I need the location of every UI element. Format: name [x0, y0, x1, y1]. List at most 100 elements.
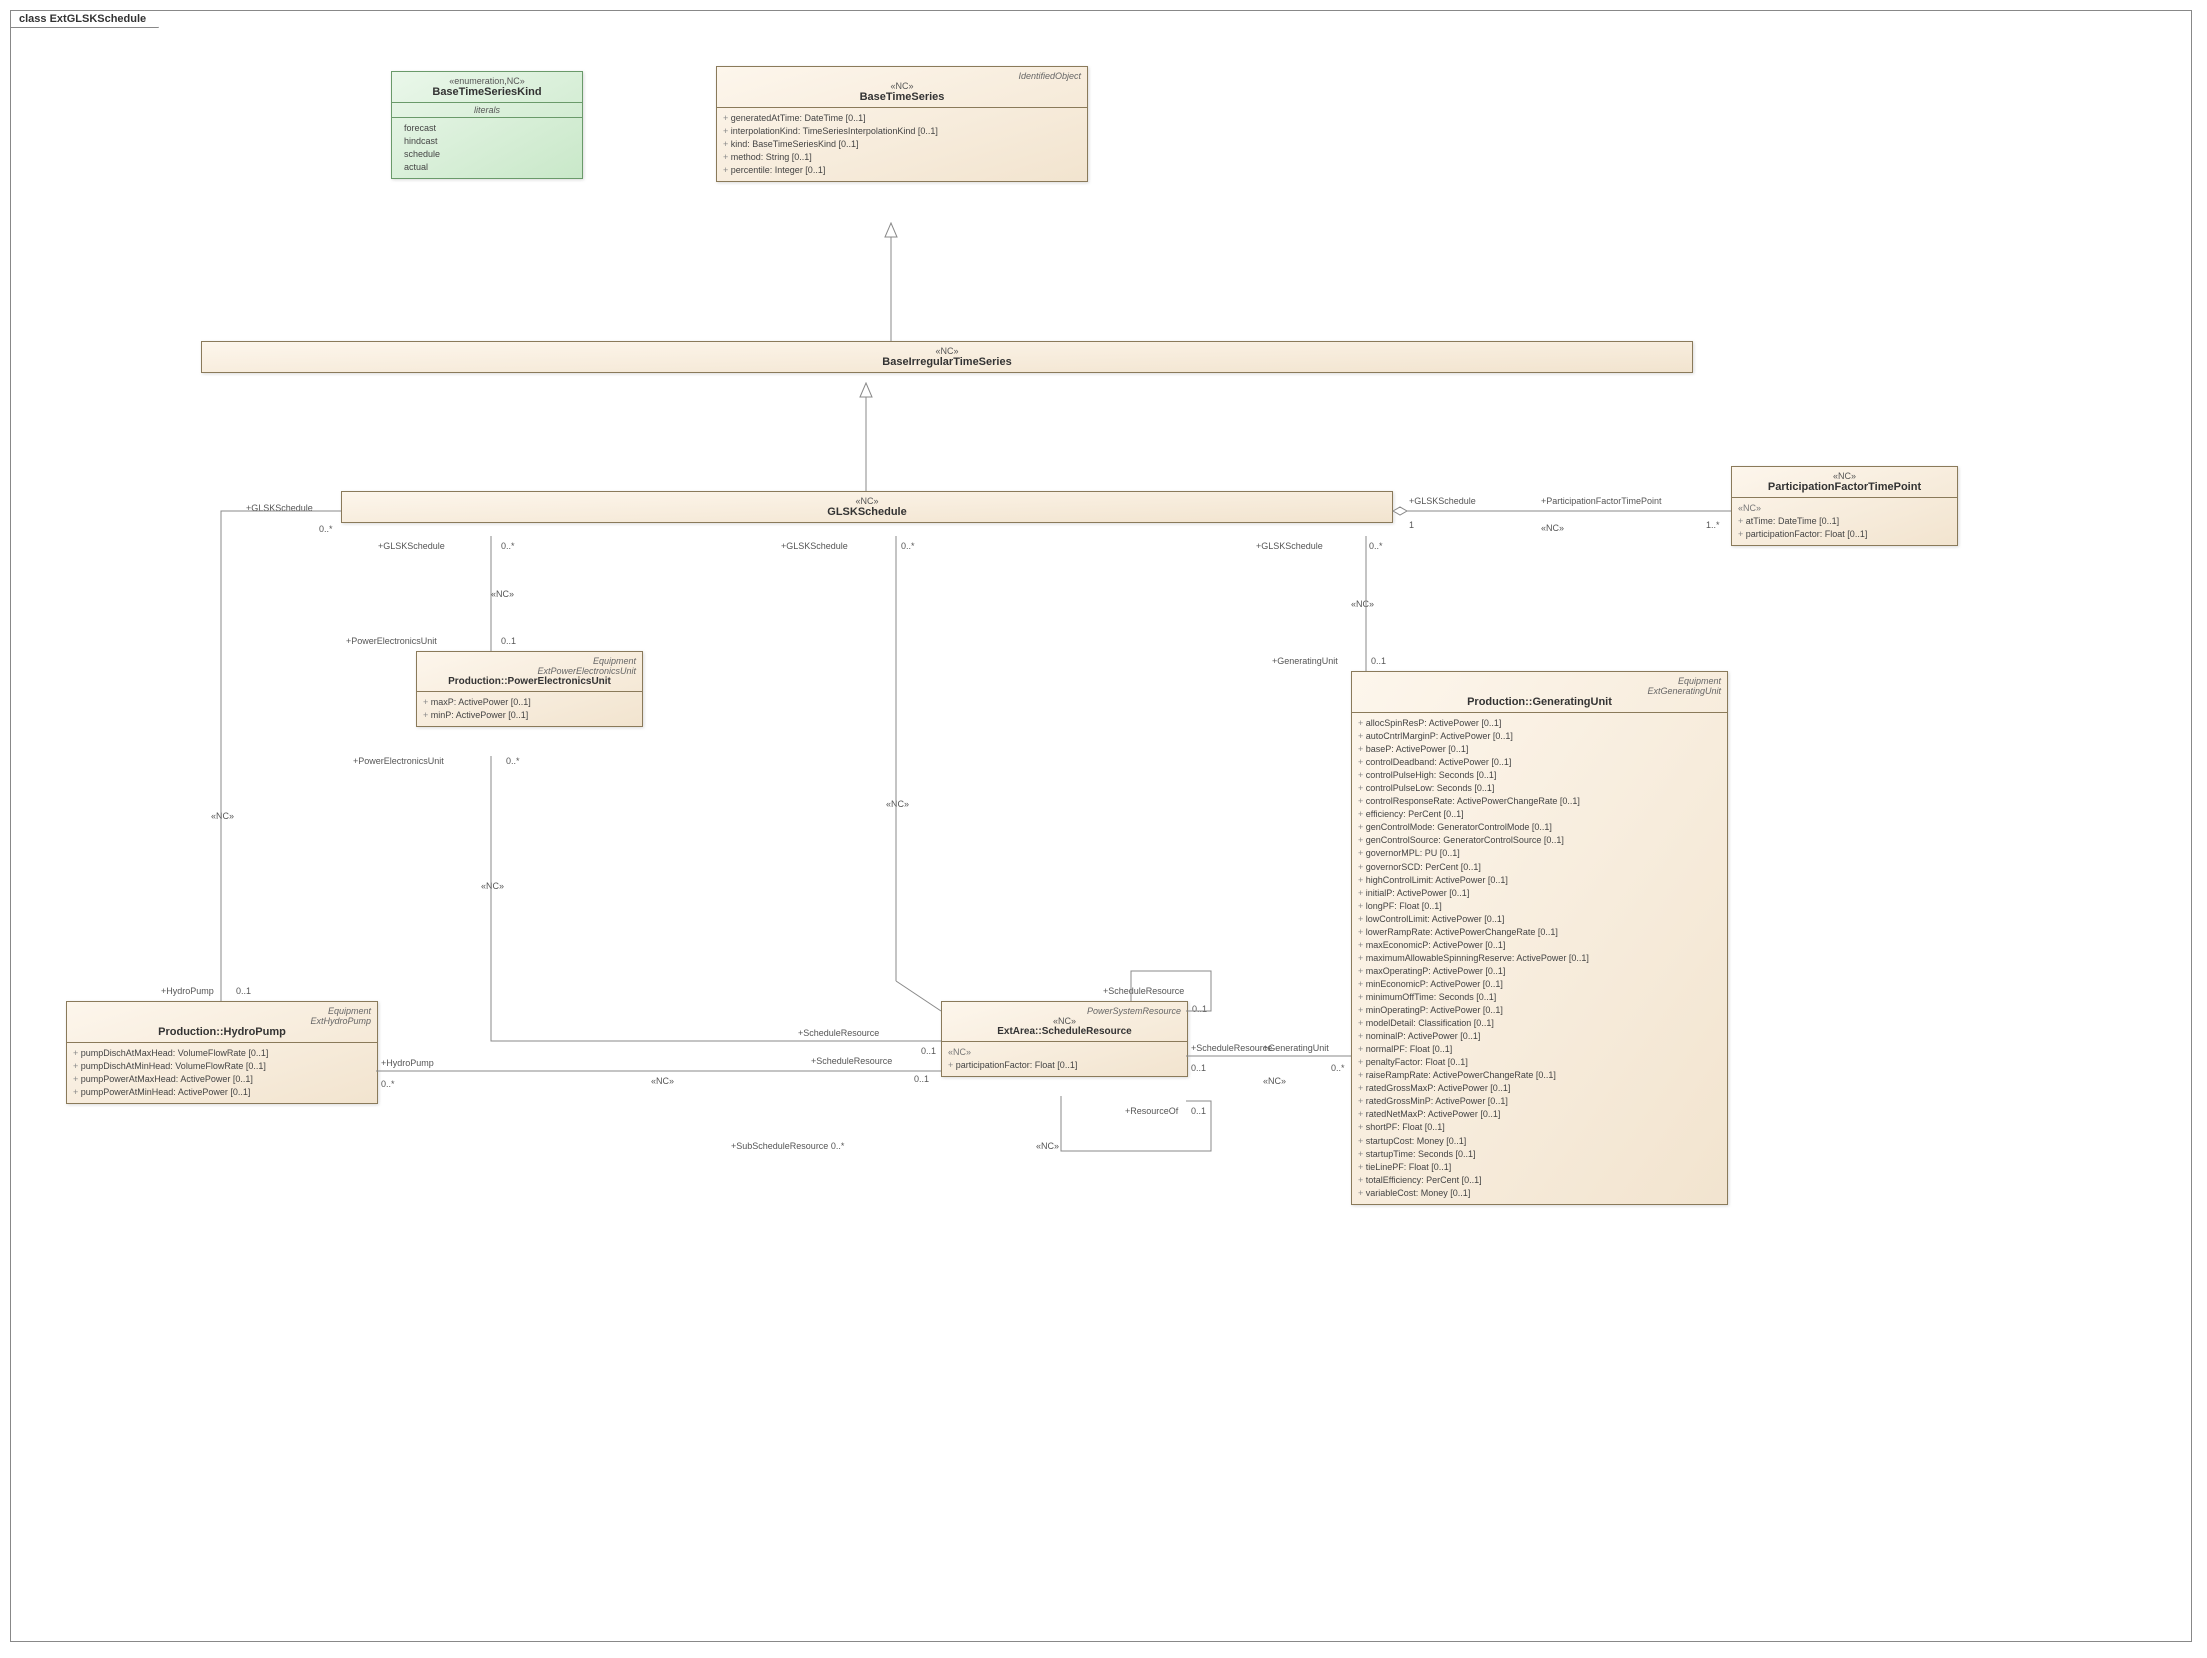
attr: genControlMode: GeneratorControlMode [0.…: [1358, 821, 1721, 834]
class-basetimeseries[interactable]: IdentifiedObject «NC» BaseTimeSeries gen…: [716, 66, 1088, 182]
attr: participationFactor: Float [0..1]: [948, 1059, 1181, 1072]
attr: generatedAtTime: DateTime [0..1]: [723, 112, 1081, 125]
parent-tag: Equipment: [73, 1006, 371, 1016]
attr: minP: ActivePower [0..1]: [423, 709, 636, 722]
stereo: «NC»: [1351, 599, 1374, 609]
attr: pumpDischAtMaxHead: VolumeFlowRate [0..1…: [73, 1047, 371, 1060]
literal: hindcast: [398, 135, 576, 148]
role: +ScheduleResource: [811, 1056, 892, 1066]
attr: governorSCD: PerCent [0..1]: [1358, 861, 1721, 874]
tag: ExtPowerElectronicsUnit: [423, 666, 636, 676]
attr: maxOperatingP: ActivePower [0..1]: [1358, 965, 1721, 978]
role: +GLSKSchedule: [1409, 496, 1476, 506]
literal: forecast: [398, 122, 576, 135]
attr: baseP: ActivePower [0..1]: [1358, 743, 1721, 756]
mult: 1: [1409, 520, 1414, 530]
stereo: «NC»: [886, 799, 909, 809]
attr: penaltyFactor: Float [0..1]: [1358, 1056, 1721, 1069]
attr: ratedGrossMinP: ActivePower [0..1]: [1358, 1095, 1721, 1108]
mult: 0..*: [901, 541, 915, 551]
attr: startupCost: Money [0..1]: [1358, 1135, 1721, 1148]
attr: raiseRampRate: ActivePowerChangeRate [0.…: [1358, 1069, 1721, 1082]
mult: 0..1: [914, 1074, 929, 1084]
stereotype: «NC»: [1738, 502, 1951, 515]
role: +ScheduleResource: [798, 1028, 879, 1038]
attr: maximumAllowableSpinningReserve: ActiveP…: [1358, 952, 1721, 965]
attr: governorMPL: PU [0..1]: [1358, 847, 1721, 860]
attr: lowControlLimit: ActivePower [0..1]: [1358, 913, 1721, 926]
role: +PowerElectronicsUnit: [346, 636, 437, 646]
mult: 0..1: [1191, 1063, 1206, 1073]
attr: lowerRampRate: ActivePowerChangeRate [0.…: [1358, 926, 1721, 939]
attr: kind: BaseTimeSeriesKind [0..1]: [723, 138, 1081, 151]
class-basetimeserieskind[interactable]: «enumeration,NC» BaseTimeSeriesKind lite…: [391, 71, 583, 179]
class-name: Production::GeneratingUnit: [1358, 696, 1721, 708]
attr: nominalP: ActivePower [0..1]: [1358, 1030, 1721, 1043]
class-name: Production::HydroPump: [73, 1026, 371, 1038]
attr: efficiency: PerCent [0..1]: [1358, 808, 1721, 821]
attr: genControlSource: GeneratorControlSource…: [1358, 834, 1721, 847]
diagram-title: class ExtGLSKSchedule: [10, 10, 159, 28]
class-name: BaseIrregularTimeSeries: [208, 356, 1686, 368]
parent-tag: PowerSystemResource: [948, 1006, 1181, 1016]
stereotype: «NC»: [723, 81, 1081, 91]
attr: ratedNetMaxP: ActivePower [0..1]: [1358, 1108, 1721, 1121]
stereo: «NC»: [1541, 523, 1564, 533]
literals-label: literals: [392, 103, 582, 118]
attr: controlResponseRate: ActivePowerChangeRa…: [1358, 795, 1721, 808]
tag: ExtHydroPump: [73, 1016, 371, 1026]
role: +ScheduleResource: [1191, 1043, 1272, 1053]
attr: maxP: ActivePower [0..1]: [423, 696, 636, 709]
role: +HydroPump: [161, 986, 214, 996]
parent-tag: IdentifiedObject: [723, 71, 1081, 81]
parent-tag: Equipment: [423, 656, 636, 666]
mult: 0..1: [1371, 656, 1386, 666]
attr: controlPulseLow: Seconds [0..1]: [1358, 782, 1721, 795]
attr: variableCost: Money [0..1]: [1358, 1187, 1721, 1200]
attr: atTime: DateTime [0..1]: [1738, 515, 1951, 528]
class-powerelectronicsunit[interactable]: Equipment ExtPowerElectronicsUnit Produc…: [416, 651, 643, 727]
diagram-frame: class ExtGLSKSchedule «enumeration,NC» B…: [10, 10, 2192, 1642]
stereotype: «NC»: [208, 346, 1686, 356]
attr: controlPulseHigh: Seconds [0..1]: [1358, 769, 1721, 782]
class-hydropump[interactable]: Equipment ExtHydroPump Production::Hydro…: [66, 1001, 378, 1104]
attr: method: String [0..1]: [723, 151, 1081, 164]
role: +ResourceOf: [1125, 1106, 1178, 1116]
role: +GLSKSchedule: [781, 541, 848, 551]
attr: ratedGrossMaxP: ActivePower [0..1]: [1358, 1082, 1721, 1095]
class-generatingunit[interactable]: Equipment ExtGeneratingUnit Production::…: [1351, 671, 1728, 1205]
role: +GeneratingUnit: [1272, 656, 1338, 666]
mult: 0..*: [319, 524, 333, 534]
attr: tieLinePF: Float [0..1]: [1358, 1161, 1721, 1174]
mult: 0..1: [501, 636, 516, 646]
attr: autoCntrlMarginP: ActivePower [0..1]: [1358, 730, 1721, 743]
class-name: ExtArea::ScheduleResource: [948, 1026, 1181, 1037]
stereotype: «NC»: [348, 496, 1386, 506]
stereotype: «NC»: [948, 1046, 1181, 1059]
stereo: «NC»: [1036, 1141, 1059, 1151]
mult: 0..1: [1192, 1004, 1207, 1014]
attr: interpolationKind: TimeSeriesInterpolati…: [723, 125, 1081, 138]
mult: 0..*: [1331, 1063, 1345, 1073]
attr: minimumOffTime: Seconds [0..1]: [1358, 991, 1721, 1004]
attr: maxEconomicP: ActivePower [0..1]: [1358, 939, 1721, 952]
literal: schedule: [398, 148, 576, 161]
class-name: BaseTimeSeries: [723, 91, 1081, 103]
class-participationfactortimepoint[interactable]: «NC» ParticipationFactorTimePoint «NC» a…: [1731, 466, 1958, 546]
stereo: «NC»: [1263, 1076, 1286, 1086]
attr: percentile: Integer [0..1]: [723, 164, 1081, 177]
class-scheduleresource[interactable]: PowerSystemResource «NC» ExtArea::Schedu…: [941, 1001, 1188, 1077]
class-baseirregulartimeseries[interactable]: «NC» BaseIrregularTimeSeries: [201, 341, 1693, 373]
class-name: GLSKSchedule: [348, 506, 1386, 518]
stereotype: «NC»: [948, 1016, 1181, 1026]
attr: longPF: Float [0..1]: [1358, 900, 1721, 913]
attr: totalEfficiency: PerCent [0..1]: [1358, 1174, 1721, 1187]
attr: pumpDischAtMinHead: VolumeFlowRate [0..1…: [73, 1060, 371, 1073]
attr: participationFactor: Float [0..1]: [1738, 528, 1951, 541]
stereo: «NC»: [211, 811, 234, 821]
role: +ScheduleResource: [1103, 986, 1184, 996]
role: +GLSKSchedule: [1256, 541, 1323, 551]
class-glskschedule[interactable]: «NC» GLSKSchedule: [341, 491, 1393, 523]
role: +PowerElectronicsUnit: [353, 756, 444, 766]
role: +GLSKSchedule: [378, 541, 445, 551]
